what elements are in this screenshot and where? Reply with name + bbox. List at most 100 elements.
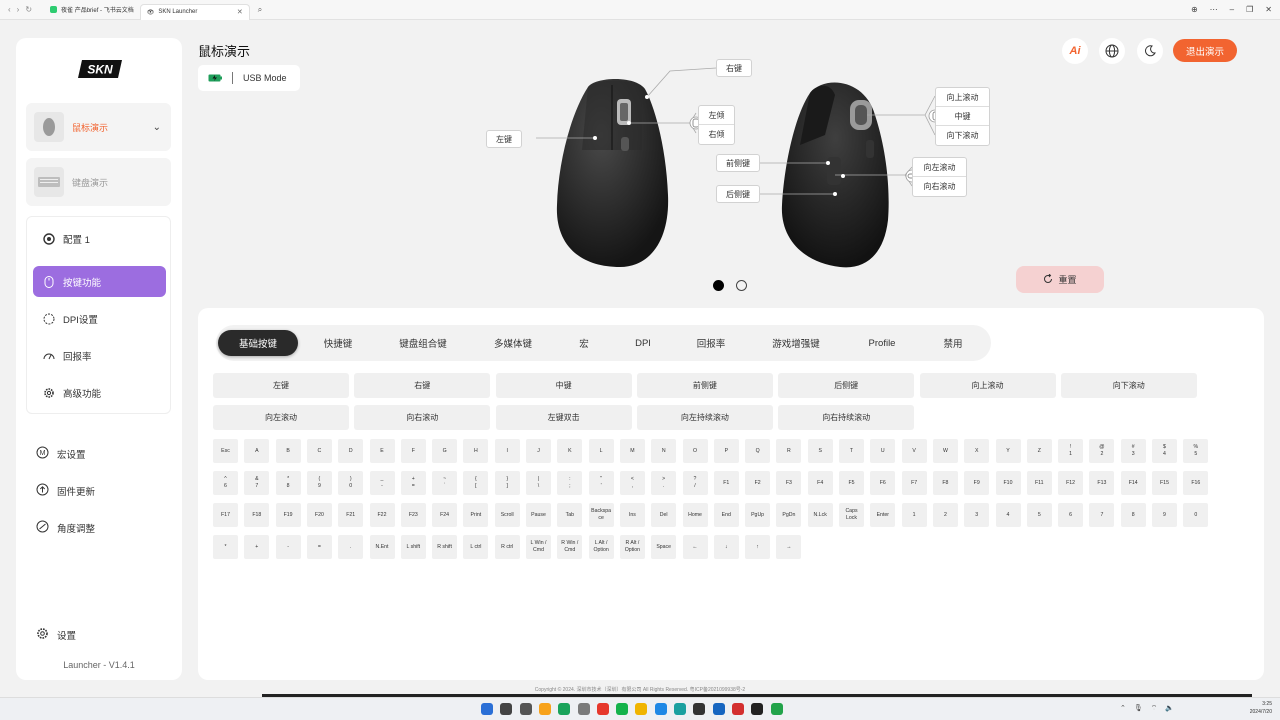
key-button[interactable]: Z (1026, 439, 1052, 463)
function-button[interactable]: 向右持续滚动 (778, 405, 915, 430)
key-button[interactable]: 2 (932, 503, 958, 527)
label-tilt-right[interactable]: 右倾 (699, 125, 734, 144)
key-button[interactable]: Esc (213, 439, 238, 463)
key-button[interactable]: C (306, 439, 332, 463)
key-button[interactable]: { [ (463, 471, 489, 495)
function-button[interactable]: 左键双击 (495, 405, 632, 430)
key-button[interactable]: - (275, 535, 301, 559)
key-button[interactable]: + (244, 535, 270, 559)
key-button[interactable]: F23 (400, 503, 426, 527)
key-button[interactable]: D (338, 439, 364, 463)
key-button[interactable]: Y (995, 439, 1021, 463)
label-scroll-right[interactable]: 向右滚动 (913, 177, 966, 196)
key-button[interactable]: 3 (964, 503, 990, 527)
pager-dot-1[interactable] (713, 280, 724, 291)
edge-icon[interactable] (712, 703, 725, 715)
tab-9[interactable]: 禁用 (918, 330, 988, 356)
function-button[interactable]: 后侧键 (778, 373, 915, 398)
key-button[interactable]: : ; (557, 471, 583, 495)
key-button[interactable]: → (776, 535, 802, 559)
key-button[interactable]: F20 (306, 503, 332, 527)
key-button[interactable]: F12 (1058, 471, 1084, 495)
menu-item-advanced[interactable]: 高级功能 (33, 377, 166, 408)
label-front-side[interactable]: 前侧键 (716, 154, 760, 172)
key-button[interactable]: F16 (1183, 471, 1209, 495)
restore-icon[interactable]: ❐ (1246, 5, 1253, 14)
key-button[interactable]: 7 (1089, 503, 1115, 527)
tab-2[interactable]: 键盘组合键 (378, 330, 468, 356)
label-scroll-down[interactable]: 向下滚动 (936, 126, 989, 145)
chevron-down-icon[interactable]: ⌄ (153, 122, 161, 133)
app-icon[interactable] (538, 703, 551, 715)
key-button[interactable]: F13 (1089, 471, 1115, 495)
minimize-icon[interactable]: – (1230, 5, 1234, 14)
key-button[interactable]: @ 2 (1089, 439, 1115, 463)
function-button[interactable]: 向左滚动 (213, 405, 349, 430)
key-button[interactable]: . (338, 535, 364, 559)
key-button[interactable]: F19 (275, 503, 301, 527)
app-icon[interactable] (770, 703, 783, 715)
function-button[interactable]: 前侧键 (636, 373, 773, 398)
menu-item-firmware[interactable]: 固件更新 (36, 483, 95, 499)
more-icon[interactable]: ⋯ (1210, 5, 1218, 14)
clock[interactable]: 3:25 2024/7/20 (1250, 700, 1272, 716)
volume-icon[interactable]: 🔈 (1165, 704, 1174, 713)
key-button[interactable]: < , (619, 471, 645, 495)
chevron-up-icon[interactable]: ⌃ (1120, 704, 1126, 713)
function-button[interactable]: 向上滚动 (919, 373, 1056, 398)
task-view-icon[interactable] (519, 703, 532, 715)
menu-item-key-function[interactable]: 按键功能 (33, 266, 166, 297)
close-window-icon[interactable]: ✕ (1265, 5, 1272, 14)
key-button[interactable]: F17 (213, 503, 238, 527)
key-button[interactable]: F14 (1120, 471, 1146, 495)
key-button[interactable]: N.Ent (369, 535, 395, 559)
function-button[interactable]: 向下滚动 (1060, 373, 1197, 398)
key-button[interactable]: P (713, 439, 739, 463)
key-button[interactable]: B (275, 439, 301, 463)
key-button[interactable]: * 8 (275, 471, 301, 495)
key-button[interactable]: F3 (776, 471, 802, 495)
key-button[interactable]: & 7 (244, 471, 270, 495)
key-button[interactable]: F5 (839, 471, 864, 495)
label-scroll-left[interactable]: 向左滚动 (913, 158, 966, 177)
search-tab-icon[interactable]: ⌕ (258, 5, 262, 15)
key-button[interactable]: N.Lck (807, 503, 833, 527)
key-button[interactable]: R ctrl (494, 535, 520, 559)
wechat-icon[interactable] (616, 703, 629, 715)
key-button[interactable]: A (244, 439, 270, 463)
key-button[interactable]: End (713, 503, 739, 527)
key-button[interactable]: R Alt / Option (619, 535, 645, 559)
function-button[interactable]: 中键 (495, 373, 632, 398)
tab-0[interactable]: 基础按键 (218, 330, 298, 356)
app-icon[interactable] (693, 703, 706, 715)
key-button[interactable]: * (213, 535, 238, 559)
key-button[interactable]: ^ 6 (213, 471, 238, 495)
key-button[interactable]: R (776, 439, 802, 463)
key-button[interactable]: PgDn (776, 503, 802, 527)
reset-button[interactable]: 重置 (1016, 266, 1104, 293)
key-button[interactable]: Tab (557, 503, 583, 527)
key-button[interactable]: F9 (964, 471, 990, 495)
key-button[interactable]: % 5 (1183, 439, 1209, 463)
key-button[interactable]: L Win / Cmd (526, 535, 551, 559)
key-button[interactable]: Del (651, 503, 677, 527)
key-button[interactable]: I (494, 439, 520, 463)
key-button[interactable]: N (651, 439, 677, 463)
globe-icon[interactable]: ⊕ (1191, 5, 1198, 14)
app-icon[interactable] (558, 703, 571, 715)
key-button[interactable]: ← (682, 535, 708, 559)
steam-icon[interactable] (751, 703, 764, 715)
tab-1[interactable]: 快捷键 (298, 330, 378, 356)
menu-item-rate[interactable]: 回报率 (33, 340, 166, 371)
key-button[interactable]: F21 (338, 503, 364, 527)
key-button[interactable]: F10 (995, 471, 1021, 495)
tab-6[interactable]: 回报率 (676, 330, 746, 356)
device-card-keyboard[interactable]: 键盘演示 (26, 158, 171, 206)
tab-3[interactable]: 多媒体键 (468, 330, 558, 356)
key-button[interactable]: Pause (526, 503, 551, 527)
key-button[interactable]: 4 (995, 503, 1021, 527)
key-button[interactable]: F7 (901, 471, 927, 495)
key-button[interactable]: F22 (369, 503, 395, 527)
app-icon[interactable] (596, 703, 609, 715)
pager-dot-2[interactable] (736, 280, 747, 291)
